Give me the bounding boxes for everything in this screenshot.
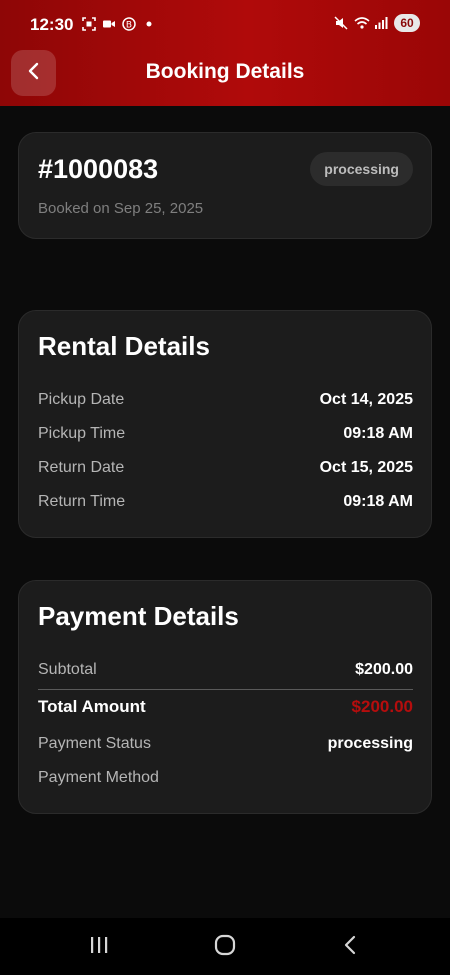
pickup-date-label: Pickup Date — [38, 391, 125, 408]
total-amount-value: $200.00 — [351, 697, 413, 716]
recent-apps-button[interactable] — [69, 928, 129, 966]
pickup-date-row: Pickup Date Oct 14, 2025 — [38, 388, 413, 412]
payment-method-label: Payment Method — [38, 769, 159, 786]
status-bar: 12:30 B 60 — [0, 0, 450, 50]
status-right-icons: 60 — [334, 14, 420, 32]
subtotal-value: $200.00 — [355, 661, 413, 678]
accessibility-icon: B — [122, 17, 136, 31]
return-date-row: Return Date Oct 15, 2025 — [38, 456, 413, 480]
payment-details-title: Payment Details — [38, 601, 239, 631]
mute-icon — [334, 16, 348, 30]
pickup-time-row: Pickup Time 09:18 AM — [38, 422, 413, 446]
rental-details-card: Rental Details Pickup Date Oct 14, 2025 … — [18, 310, 432, 538]
pickup-time-value: 09:18 AM — [343, 425, 413, 442]
subtotal-row: Subtotal $200.00 — [38, 658, 413, 682]
battery-indicator: 60 — [394, 14, 420, 32]
video-icon — [102, 17, 116, 31]
status-time: 12:30 — [30, 15, 74, 34]
payment-status-label: Payment Status — [38, 735, 151, 752]
screenshot-icon — [82, 17, 96, 31]
total-amount-label: Total Amount — [38, 697, 146, 716]
total-amount-row: Total Amount $200.00 — [38, 695, 413, 719]
home-icon — [214, 934, 236, 961]
booking-date: Booked on Sep 25, 2025 — [38, 200, 204, 217]
return-time-value: 09:18 AM — [343, 493, 413, 510]
return-time-label: Return Time — [38, 493, 126, 510]
status-badge: processing — [310, 152, 413, 186]
svg-text:B: B — [126, 21, 132, 31]
status-left-icons: B — [82, 17, 156, 31]
rental-details-title: Rental Details — [38, 331, 210, 361]
page-title: Booking Details — [145, 60, 305, 83]
return-date-value: Oct 15, 2025 — [319, 459, 413, 476]
pickup-date-value: Oct 14, 2025 — [319, 391, 413, 408]
recent-apps-icon — [89, 935, 109, 960]
system-back-button[interactable] — [320, 928, 380, 966]
system-nav-bar — [0, 918, 450, 975]
pickup-time-label: Pickup Time — [38, 425, 126, 442]
signal-icon — [374, 16, 388, 30]
total-divider — [38, 689, 413, 690]
return-date-label: Return Date — [38, 459, 125, 476]
home-button[interactable] — [195, 928, 255, 966]
payment-status-row: Payment Status processing — [38, 732, 413, 756]
dot-icon — [142, 17, 156, 31]
payment-status-value: processing — [327, 735, 413, 752]
return-time-row: Return Time 09:18 AM — [38, 490, 413, 514]
app-header: 12:30 B 60 Booking Details — [0, 0, 450, 106]
back-icon — [342, 935, 358, 960]
booking-summary-card: #1000083 processing Booked on Sep 25, 20… — [18, 132, 432, 239]
payment-details-card: Payment Details Subtotal $200.00 Total A… — [18, 580, 432, 814]
wifi-icon — [354, 16, 370, 30]
booking-id: #1000083 — [38, 154, 159, 184]
payment-method-row: Payment Method — [38, 766, 413, 790]
subtotal-label: Subtotal — [38, 661, 97, 678]
